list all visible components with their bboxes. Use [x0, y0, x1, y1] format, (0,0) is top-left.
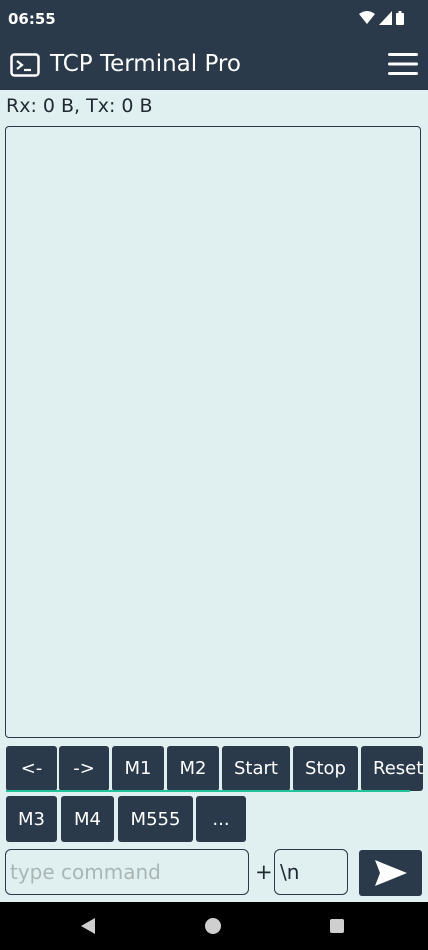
cell-signal-icon	[379, 11, 392, 25]
status-bar: 06:55	[0, 0, 428, 40]
status-icons	[359, 11, 404, 25]
macro-button-left-arrow[interactable]: <-	[6, 746, 57, 791]
macro-button-m1[interactable]: M1	[112, 746, 164, 791]
macro-button-stop[interactable]: Stop	[293, 746, 358, 791]
plus-label: +	[255, 860, 273, 884]
macro-button-more[interactable]: ...	[196, 796, 246, 842]
line-ending-field[interactable]	[274, 849, 348, 895]
hamburger-menu-icon[interactable]	[388, 52, 418, 76]
terminal-output[interactable]	[5, 126, 421, 738]
macro-button-right-arrow[interactable]: ->	[59, 746, 109, 791]
wifi-icon	[359, 11, 375, 24]
terminal-icon	[10, 53, 40, 77]
macro-button-start[interactable]: Start	[222, 746, 290, 791]
macro-button-m555[interactable]: M555	[118, 796, 193, 842]
status-time: 06:55	[8, 10, 56, 28]
macro-button-m2[interactable]: M2	[167, 746, 219, 791]
rx-tx-counter: Rx: 0 B, Tx: 0 B	[6, 95, 153, 117]
battery-icon	[396, 11, 404, 25]
command-input[interactable]	[5, 849, 249, 895]
navigation-bar	[0, 902, 428, 950]
app-title: TCP Terminal Pro	[50, 51, 241, 77]
recents-icon[interactable]	[330, 919, 344, 933]
app-bar: TCP Terminal Pro	[0, 40, 428, 90]
home-icon[interactable]	[205, 918, 221, 934]
horizontal-scroll-indicator	[6, 790, 410, 792]
macro-button-reset[interactable]: Reset	[361, 746, 423, 791]
send-button[interactable]	[359, 850, 422, 896]
macro-button-m4[interactable]: M4	[61, 796, 114, 842]
send-icon	[374, 860, 407, 886]
back-icon[interactable]	[80, 918, 96, 934]
macro-button-m3[interactable]: M3	[6, 796, 57, 842]
